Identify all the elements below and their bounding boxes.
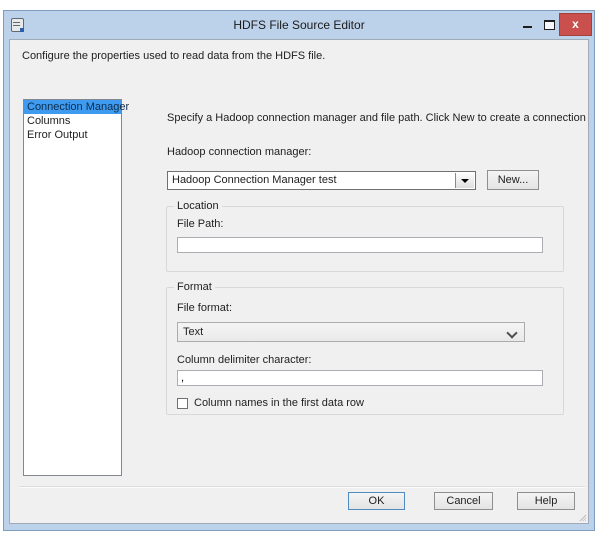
connection-manager-combobox[interactable]: Hadoop Connection Manager test xyxy=(167,171,476,190)
file-path-input[interactable] xyxy=(177,237,543,253)
dialog-window: HDFS File Source Editor x Configure the … xyxy=(3,10,595,531)
maximize-icon[interactable] xyxy=(544,20,555,30)
chevron-down-icon xyxy=(506,327,517,338)
titlebar[interactable]: HDFS File Source Editor x xyxy=(4,11,594,39)
minimize-icon[interactable] xyxy=(523,26,532,28)
file-path-label: File Path: xyxy=(177,218,223,230)
file-format-value: Text xyxy=(183,323,203,341)
dialog-body: Configure the properties used to read da… xyxy=(9,39,589,524)
page-instructions: Specify a Hadoop connection manager and … xyxy=(167,112,589,124)
first-row-checkbox-label: Column names in the first data row xyxy=(194,397,364,409)
first-row-checkbox[interactable] xyxy=(177,398,188,409)
list-item-error-output[interactable]: Error Output xyxy=(24,128,121,142)
delimiter-label: Column delimiter character: xyxy=(177,354,312,366)
resize-grip-icon[interactable] xyxy=(577,512,586,521)
format-group-title: Format xyxy=(174,281,215,293)
pages-list[interactable]: Connection Manager Columns Error Output xyxy=(23,99,122,476)
list-item-connection-manager[interactable]: Connection Manager xyxy=(24,100,121,114)
connection-manager-value: Hadoop Connection Manager test xyxy=(172,172,337,189)
new-connection-button[interactable]: New... xyxy=(487,170,539,190)
location-group-title: Location xyxy=(174,200,222,212)
window-title: HDFS File Source Editor xyxy=(4,11,594,39)
ok-button[interactable]: OK xyxy=(348,492,405,510)
close-icon[interactable]: x xyxy=(559,13,592,36)
file-format-label: File format: xyxy=(177,302,232,314)
format-group: Format File format: Text Column delimite… xyxy=(166,287,564,415)
location-group: Location File Path: xyxy=(166,206,564,272)
dropdown-arrow-icon[interactable] xyxy=(455,173,474,188)
footer-separator xyxy=(19,486,585,488)
connection-manager-label: Hadoop connection manager: xyxy=(167,146,311,158)
cancel-button[interactable]: Cancel xyxy=(434,492,493,510)
dialog-description: Configure the properties used to read da… xyxy=(22,50,325,62)
list-item-columns[interactable]: Columns xyxy=(24,114,121,128)
help-button[interactable]: Help xyxy=(517,492,575,510)
delimiter-input[interactable] xyxy=(177,370,543,386)
file-format-select[interactable]: Text xyxy=(177,322,525,342)
